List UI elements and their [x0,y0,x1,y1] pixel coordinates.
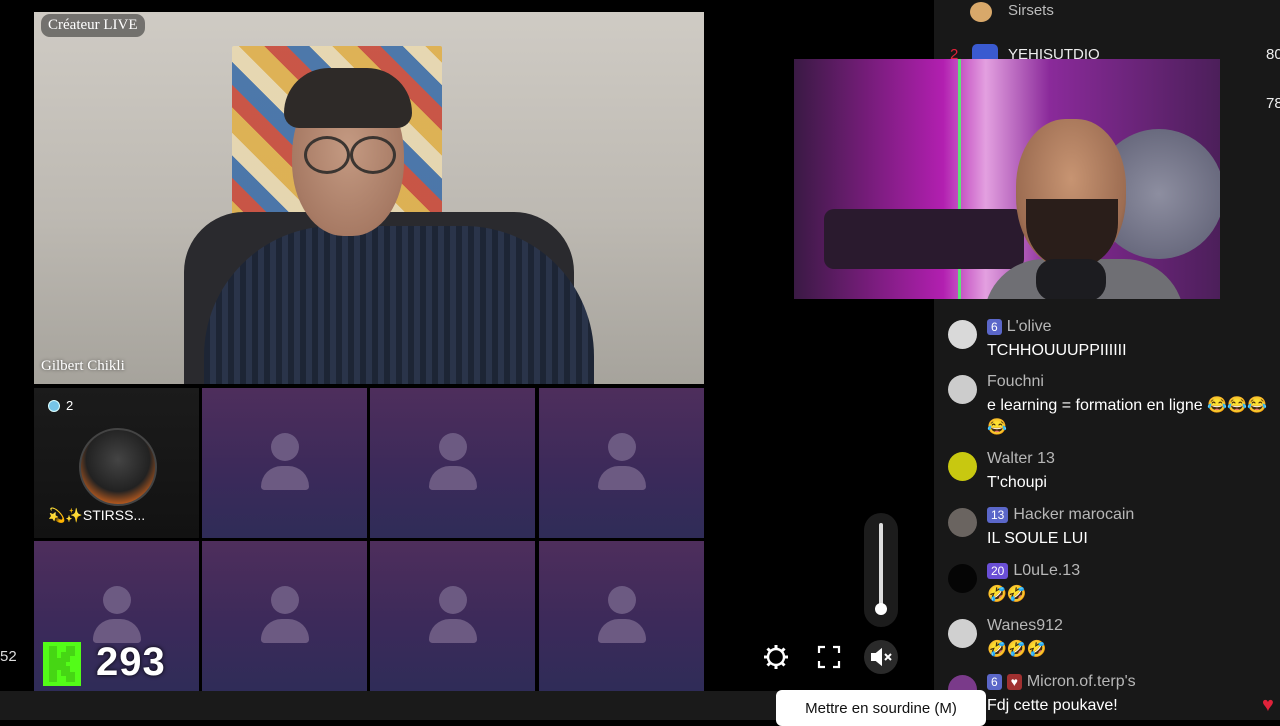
heart-badge-icon: ♥ [1006,674,1022,690]
chat-avatar [948,452,977,481]
chat-avatar [948,320,977,349]
chat-text: IL SOULE LUI [987,530,1088,547]
user-placeholder-icon [439,586,467,614]
chat-username[interactable]: Micron.of.terp's [1027,673,1136,691]
chat-username[interactable]: Fouchni [987,373,1044,391]
user-placeholder-icon [103,586,131,614]
host-hair [284,68,412,128]
speaker-muted-icon [871,647,892,667]
guest-tile[interactable]: 2 💫✨STIRSS... [34,388,199,538]
leaderboard-score: 80 [1266,46,1280,63]
user-placeholder-icon [608,586,636,614]
chat-username[interactable]: L'olive [1007,318,1052,336]
chat-text: 🤣🤣🤣 [987,641,1047,658]
leaderboard-name: Sirsets [1008,2,1054,19]
user-placeholder-icon [608,433,636,461]
host-glasses [300,136,396,174]
fullscreen-button[interactable] [812,640,846,674]
chat-username[interactable]: Hacker marocain [1013,506,1134,524]
gear-icon [764,645,788,669]
diamond-icon [48,399,60,412]
guest-avatar [79,428,157,506]
leaderboard-avatar [970,2,992,22]
volume-knob[interactable] [875,602,887,615]
streamer-webcam[interactable] [794,59,1220,299]
chat-text: e learning = formation en ligne 😂😂😂😂 [987,397,1267,436]
leaderboard-score: 78 [1266,95,1280,112]
microphone [1036,259,1106,299]
volume-track [879,523,883,613]
chat-avatar [948,508,977,537]
user-placeholder-icon [439,433,467,461]
user-placeholder-icon [271,433,299,461]
empty-guest-slot[interactable] [202,388,367,538]
chat-username[interactable]: Wanes912 [987,617,1063,635]
sofa [824,209,1024,269]
chat-username[interactable]: Walter 13 [987,450,1055,468]
chat-text: 🤣🤣 [987,586,1027,603]
volume-slider[interactable] [864,513,898,627]
settings-button[interactable] [759,640,793,674]
empty-guest-slot[interactable] [539,541,704,691]
user-placeholder-icon [271,586,299,614]
viewer-count: 293 [96,640,166,684]
empty-guest-slot[interactable] [370,388,535,538]
level-badge: 6 [987,674,1002,690]
chat-username[interactable]: L0uLe.13 [1013,562,1080,580]
mute-button[interactable] [864,640,898,674]
creator-live-label: Créateur LIVE [41,14,145,37]
chat-avatar [948,564,977,593]
guest-name: 💫✨STIRSS... [48,507,146,523]
chat-avatar [948,375,977,404]
level-badge: 20 [987,563,1009,579]
heart-icon[interactable]: ♥ [1262,694,1274,717]
fullscreen-icon [817,645,841,669]
left-edge-number: 52 [0,648,17,665]
guest-badge-count: 2 [66,398,74,413]
host-video[interactable] [34,12,704,384]
chat-text: Fdj cette poukave! [987,697,1118,714]
empty-guest-slot[interactable] [370,541,535,691]
chat-avatar [948,619,977,648]
host-body [204,226,594,384]
kick-logo [43,642,81,686]
guest-badge: 2 [48,398,73,413]
chat-text: T'choupi [987,474,1047,491]
host-name-label: Gilbert Chikli [41,358,125,374]
empty-guest-slot[interactable] [539,388,704,538]
chat-text: TCHHOUUUPPIIIIII [987,342,1127,359]
level-badge: 6 [987,319,1002,335]
mute-tooltip: Mettre en sourdine (M) [776,690,986,726]
empty-guest-slot[interactable] [202,541,367,691]
level-badge: 13 [987,507,1009,523]
